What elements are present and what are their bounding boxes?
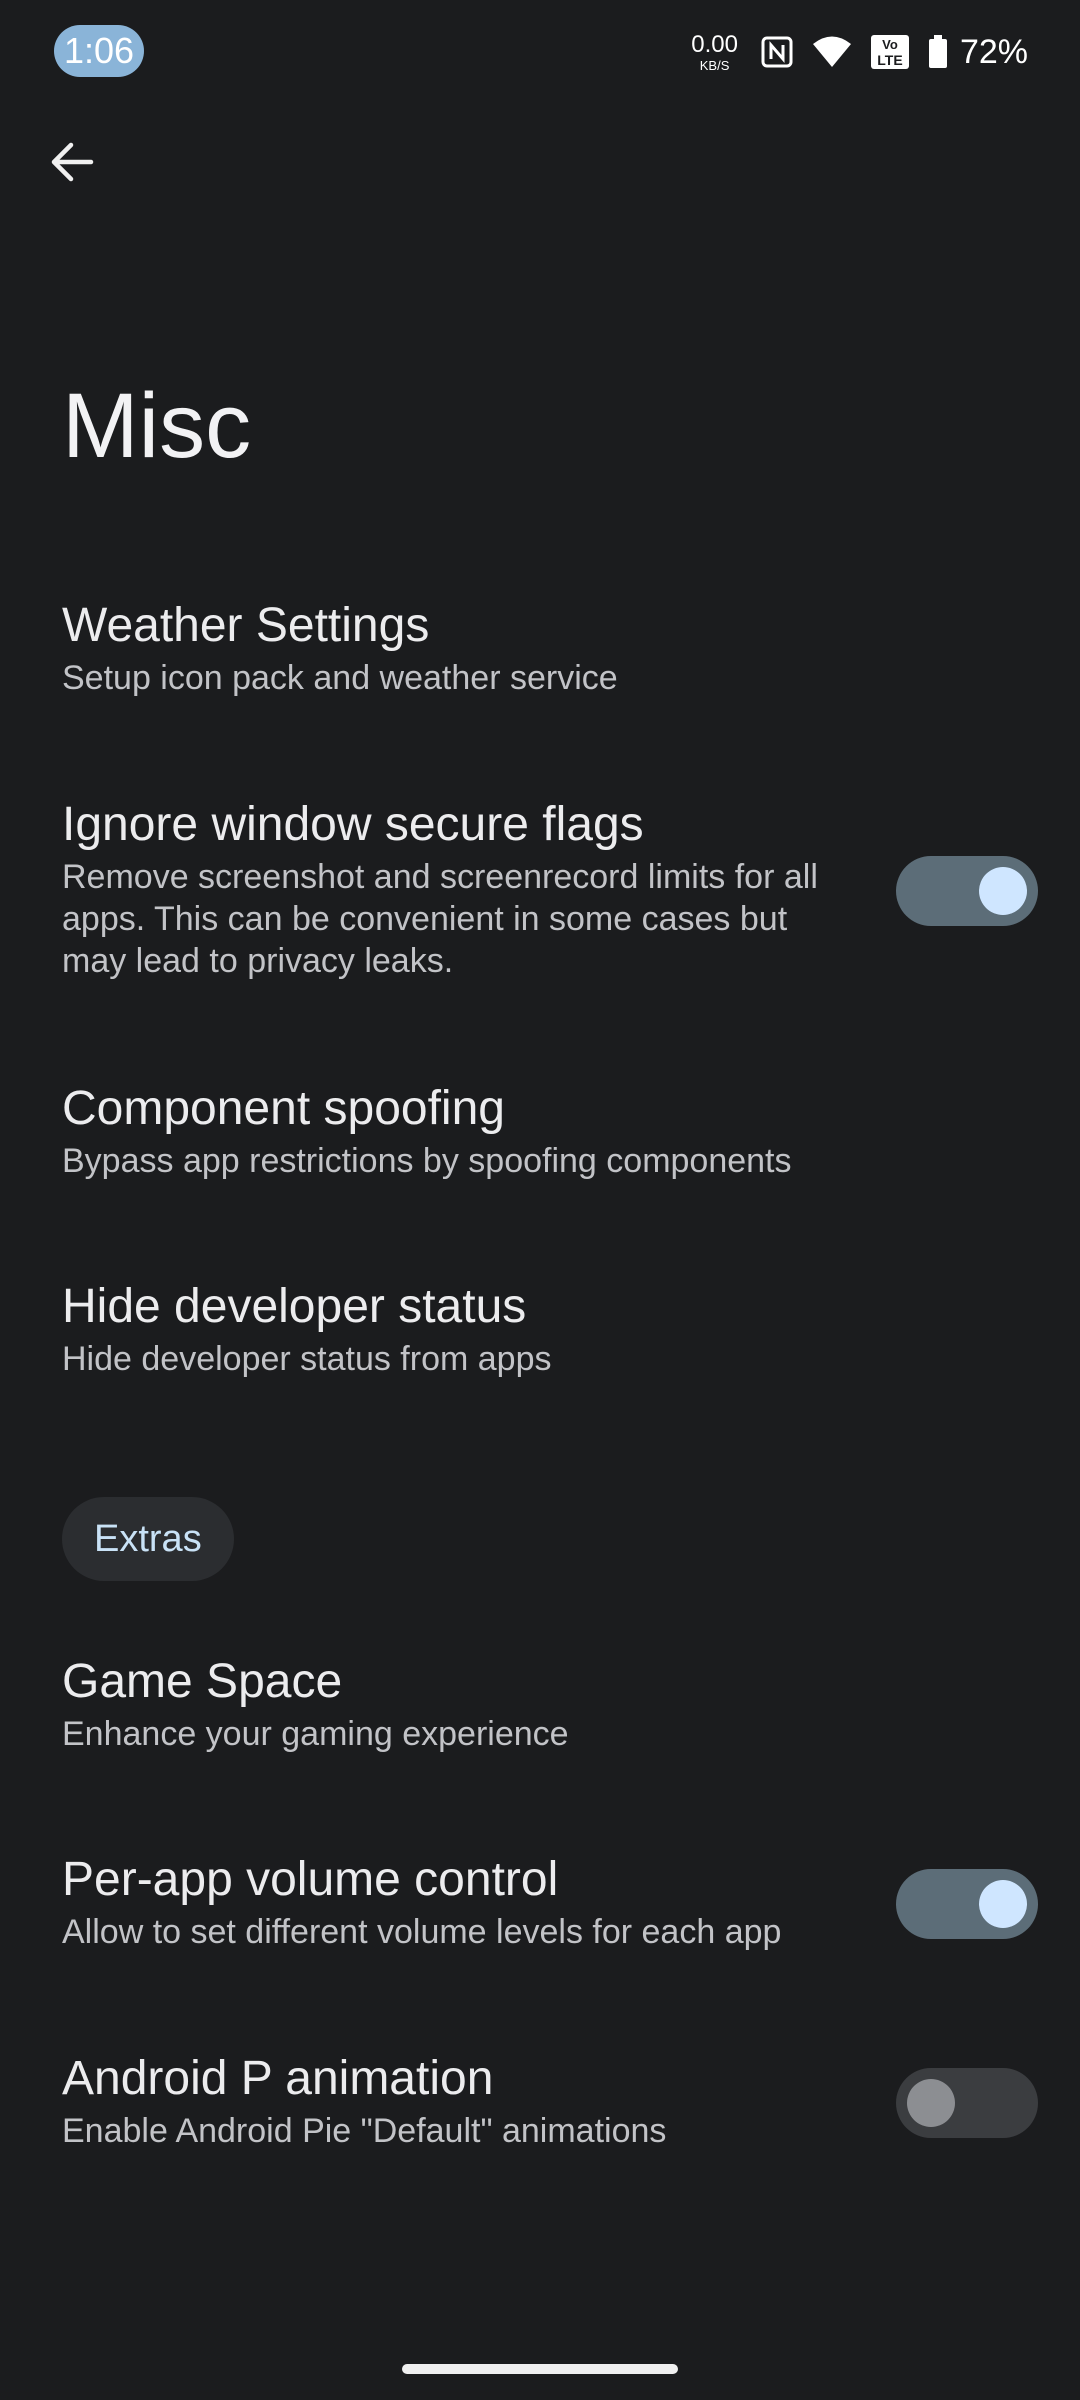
component-spoofing-item[interactable]: Component spoofing Bypass app restrictio… [62,1080,1062,1182]
network-speed-unit: KB/S [699,57,730,73]
ignore-secure-flags-toggle[interactable] [896,856,1038,926]
item-title: Component spoofing [62,1082,505,1135]
volte-bottom-text: LTE [877,52,902,68]
page-title: Misc [62,375,252,477]
item-summary: Enhance your gaming experience [62,1715,569,1753]
status-time: 1:06 [54,25,144,77]
toggle-knob [979,867,1027,915]
network-speed-value: 0.00 [691,30,738,58]
gesture-nav-handle[interactable] [402,2364,678,2374]
volte-top-text: Vo [882,37,898,52]
wifi-icon [812,35,852,69]
nfc-icon [760,35,794,69]
android-p-animation-toggle[interactable] [896,2068,1038,2138]
arrow-back-icon [49,139,95,190]
hide-developer-status-item[interactable]: Hide developer status Hide developer sta… [62,1278,1062,1380]
per-app-volume-toggle[interactable] [896,1869,1038,1939]
item-summary: Bypass app restrictions by spoofing comp… [62,1142,792,1180]
item-title: Ignore window secure flags [62,798,644,851]
status-bar: 1:06 0.00 KB/S Vo LTE 72% [0,0,1080,104]
game-space-item[interactable]: Game Space Enhance your gaming experienc… [62,1653,1062,1755]
item-title: Hide developer status [62,1280,527,1333]
toggle-knob [979,1880,1027,1928]
item-title: Weather Settings [62,599,430,652]
item-title: Game Space [62,1655,343,1708]
battery-icon [928,35,948,69]
battery-percent: 72% [959,32,1028,71]
volte-icon: Vo LTE [870,34,910,70]
status-icons: 0.00 KB/S Vo LTE 72% [691,28,1028,76]
section-header-extras: Extras [62,1497,234,1581]
back-button[interactable] [38,130,106,198]
network-speed: 0.00 KB/S [691,30,738,73]
item-summary: Remove screenshot and screenrecord limit… [62,858,818,980]
item-summary: Setup icon pack and weather service [62,659,618,697]
item-summary: Hide developer status from apps [62,1340,552,1378]
toggle-knob [907,2079,955,2127]
weather-settings-item[interactable]: Weather Settings Setup icon pack and wea… [62,597,1062,699]
